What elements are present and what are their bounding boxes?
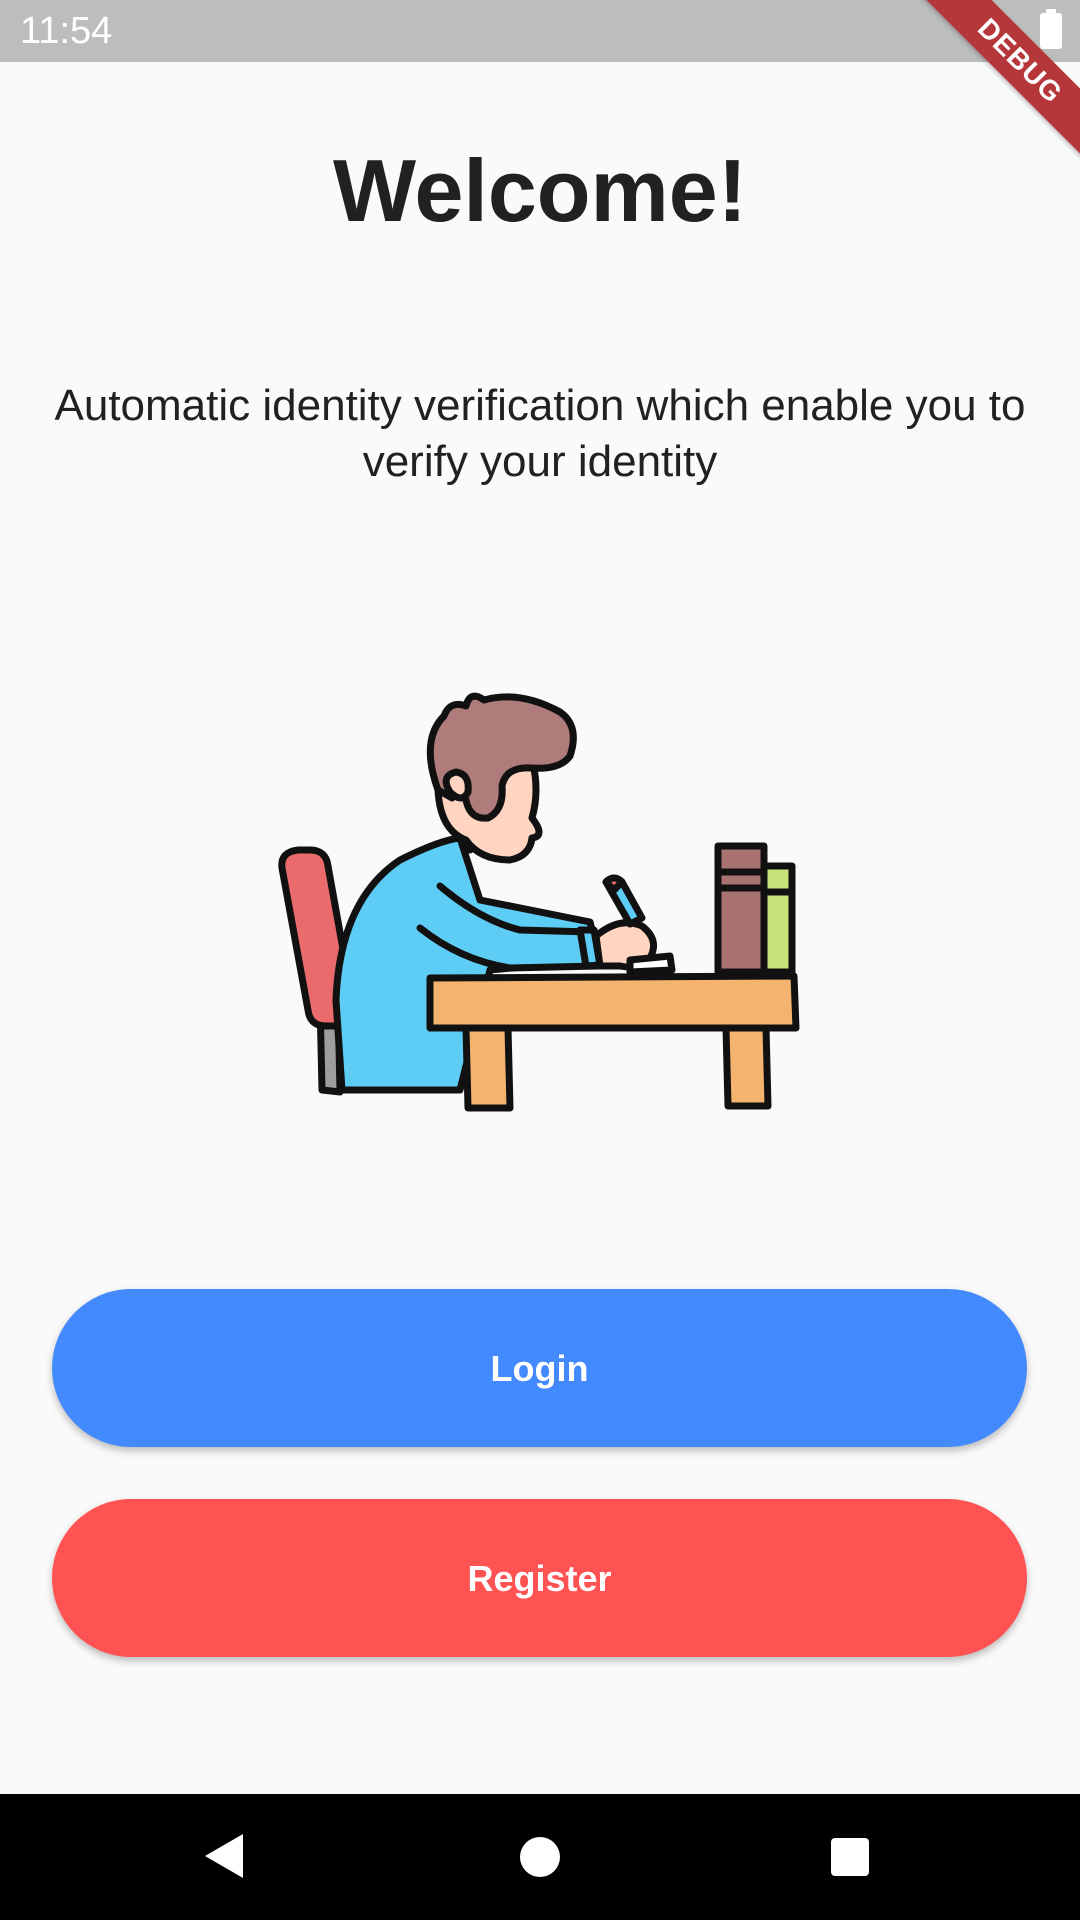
page-subtitle: Automatic identity verification which en…	[54, 381, 1026, 486]
home-icon[interactable]	[520, 1837, 560, 1877]
status-time: 11:54	[20, 10, 113, 52]
login-button[interactable]: Login	[52, 1289, 1027, 1447]
person-writing-illustration	[278, 692, 800, 1112]
status-bar: 11:54	[0, 0, 1080, 62]
welcome-screen: 11:54 DEBUG Welcome! Automatic identity …	[0, 0, 1080, 1920]
page-title: Welcome!	[332, 141, 748, 240]
back-icon[interactable]	[205, 1834, 243, 1878]
recents-icon[interactable]	[831, 1838, 869, 1876]
battery-icon	[1040, 9, 1062, 49]
register-button[interactable]: Register	[52, 1499, 1027, 1657]
system-nav-bar	[0, 1794, 1080, 1920]
